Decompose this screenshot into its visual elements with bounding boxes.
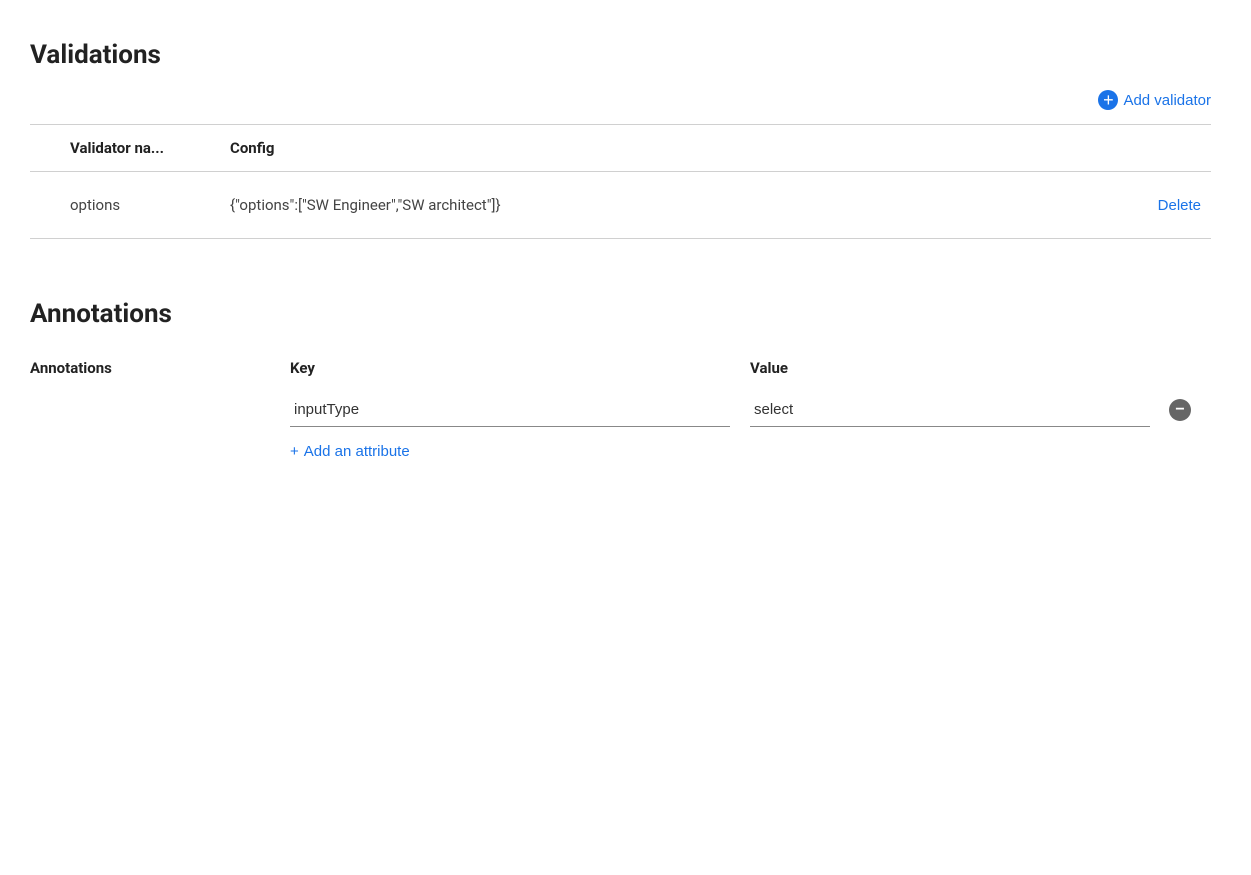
col-header-actions (1049, 125, 1211, 172)
annotation-row: − (30, 393, 1211, 427)
remove-annotation-button[interactable]: − (1166, 396, 1194, 424)
col-header-config: Config (230, 125, 1049, 172)
add-validator-label: Add validator (1123, 92, 1211, 109)
annotations-section: Annotations Annotations Key Value − + Ad… (30, 299, 1211, 460)
annotations-title: Annotations (30, 299, 1211, 329)
add-attribute-row: + Add an attribute (30, 443, 1211, 460)
validations-section: Validations + Add validator Validator na… (30, 40, 1211, 239)
annotations-column-label: Annotations (30, 359, 290, 377)
validations-title: Validations (30, 40, 1211, 70)
validations-table: Validator na... Config options {"options… (30, 125, 1211, 239)
key-column-label: Key (290, 359, 750, 377)
value-column-label: Value (750, 359, 788, 377)
add-attribute-button[interactable]: + Add an attribute (290, 443, 410, 460)
validations-table-body: options {"options":["SW Engineer","SW ar… (30, 172, 1211, 239)
minus-icon: − (1169, 399, 1191, 421)
actions-cell: Delete (1049, 172, 1211, 239)
add-validator-plus-icon: + (1098, 90, 1118, 110)
annotation-key-input[interactable] (290, 393, 730, 427)
add-attribute-plus-icon: + (290, 443, 299, 460)
delete-button[interactable]: Delete (1158, 197, 1201, 214)
table-row: options {"options":["SW Engineer","SW ar… (30, 172, 1211, 239)
annotation-value-input[interactable] (750, 393, 1150, 427)
add-attribute-label: Add an attribute (304, 443, 410, 460)
annotations-header-row: Annotations Key Value (30, 359, 1211, 377)
validations-toolbar: + Add validator (30, 90, 1211, 125)
validator-name-cell: options (30, 172, 230, 239)
validations-table-head: Validator na... Config (30, 125, 1211, 172)
col-header-validator-name: Validator na... (30, 125, 230, 172)
config-cell: {"options":["SW Engineer","SW architect"… (230, 172, 1049, 239)
validations-table-header-row: Validator na... Config (30, 125, 1211, 172)
add-validator-button[interactable]: + Add validator (1098, 90, 1211, 110)
